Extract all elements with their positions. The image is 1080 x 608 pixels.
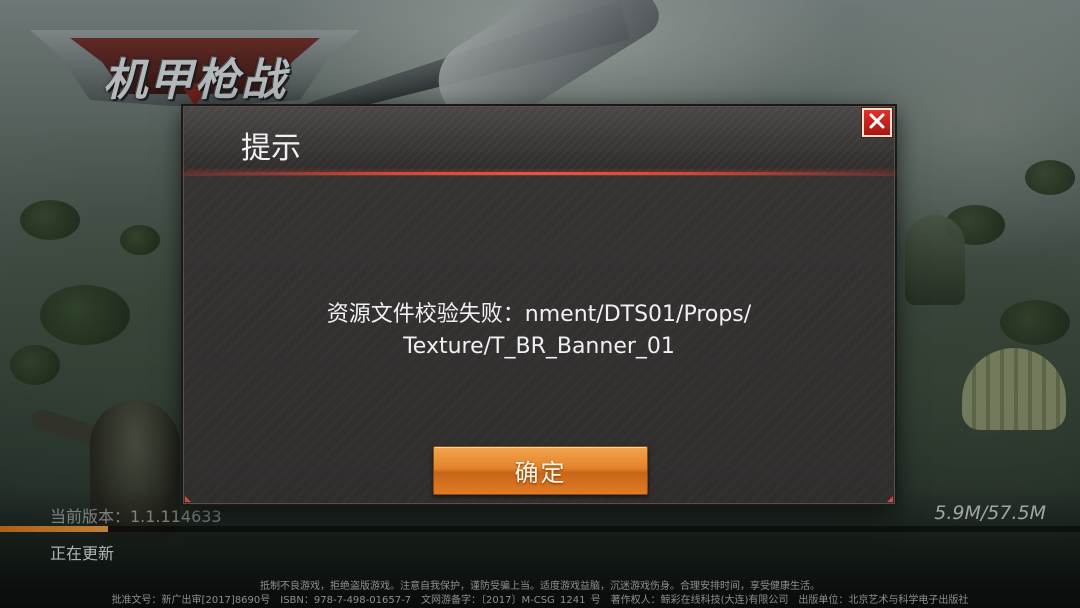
error-message: 资源文件校验失败：nment/DTS01/Props/ Texture/T_BR…: [224, 299, 854, 363]
error-message-line-1: 资源文件校验失败：nment/DTS01/Props/: [326, 302, 752, 327]
dialog-title: 提示: [241, 131, 301, 166]
dialog-body: 资源文件校验失败：nment/DTS01/Props/ Texture/T_BR…: [184, 176, 894, 503]
close-button[interactable]: [862, 108, 892, 137]
confirm-button-label: 确定: [514, 459, 567, 487]
close-x-icon: [868, 112, 886, 134]
alert-dialog: 提示 资源文件校验失败：nment/DTS01/Props/ Texture/T…: [183, 106, 895, 504]
dialog-header: 提示: [184, 107, 894, 175]
error-message-line-2: Texture/T_BR_Banner_01: [403, 334, 675, 359]
confirm-button[interactable]: 确定: [433, 446, 648, 495]
